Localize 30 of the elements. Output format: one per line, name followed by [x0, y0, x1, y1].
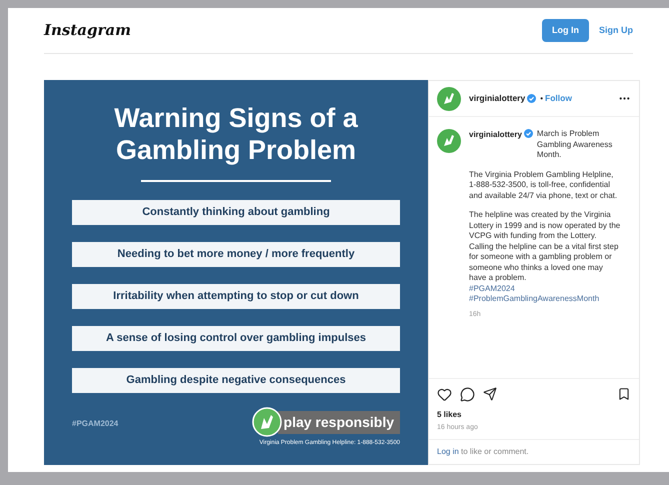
like-icon[interactable] [437, 386, 452, 402]
hashtag: #PGAM2024 [72, 418, 118, 430]
hashtag-link[interactable]: #ProblemGamblingAwarenessMonth [469, 294, 600, 303]
follow-link[interactable]: Follow [545, 92, 572, 105]
warning-sign: Irritability when attempting to stop or cut down [72, 284, 400, 309]
warning-sign: Constantly thinking about gambling [72, 200, 400, 225]
bookmark-icon[interactable] [617, 387, 631, 401]
username[interactable]: virginialottery [469, 130, 522, 139]
hand-logo-icon [252, 407, 282, 437]
share-icon[interactable] [483, 387, 497, 401]
hashtag-link[interactable]: #PGAM2024 [469, 284, 515, 292]
signup-link[interactable]: Sign Up [599, 24, 633, 38]
username[interactable]: virginialottery [469, 92, 526, 105]
caption-text: March is Problem Gambling Awareness Month. [536, 129, 614, 160]
avatar-icon [437, 86, 461, 110]
separator-dot: • [540, 92, 544, 104]
warning-sign: Needing to bet more money / more frequently [72, 242, 400, 267]
login-button[interactable]: Log In [542, 18, 589, 42]
login-link[interactable]: Log in [437, 447, 459, 456]
instagram-logo[interactable]: Instagram [44, 19, 131, 42]
poster-title: Warning Signs of a Gambling Problem [113, 102, 359, 166]
play-responsibly-badge: play responsibly [278, 410, 400, 434]
caption-text: The helpline was created by the Virginia Lottery in 1999 and is now operated by the VCPG with funding from the Lottery. Calling the helpline can be a vital first step for someone with a gambling problem or someone who thinks a loved one may have a problem. [469, 210, 621, 284]
likes-count: 5 likes [437, 408, 462, 420]
comment-icon[interactable] [460, 386, 475, 402]
warning-sign: A sense of losing control over gambling impulses [72, 326, 400, 351]
warning-sign: Gambling despite negative consequences [72, 368, 400, 393]
avatar-icon [437, 129, 461, 153]
caption-text: The Virginia Problem Gambling Helpline, 1-888-532-3500, is toll-free, confidential and available 24/7 via phone, text or chat. [469, 170, 618, 201]
login-prompt-text: to like or comment. [461, 447, 529, 456]
